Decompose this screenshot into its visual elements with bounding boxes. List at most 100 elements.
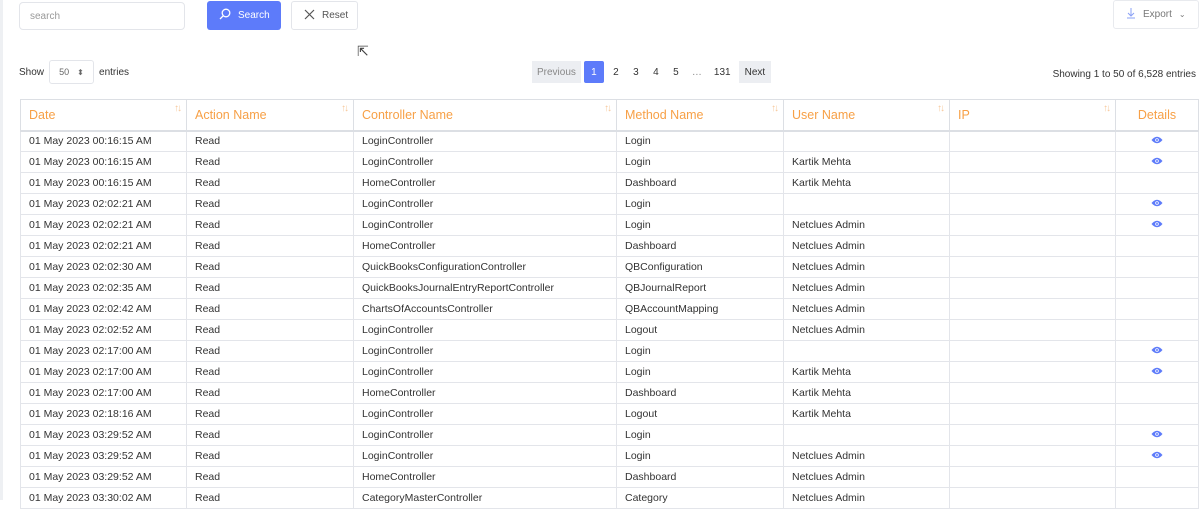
search-button-label: Search [238,10,270,21]
cell-controller-name: LoginController [353,361,617,383]
next-button[interactable]: Next [738,61,772,83]
cell-action-name: Read [186,193,354,215]
cell-user-name [783,340,950,362]
previous-button[interactable]: Previous [532,61,581,83]
sort-icon: ↑↓ [604,103,612,114]
page-1[interactable]: 1 [583,61,604,83]
cell-controller-name: LoginController [353,319,617,341]
cell-details [1115,277,1199,299]
export-label: Export [1143,9,1172,20]
page-4[interactable]: 4 [646,61,666,83]
eye-icon[interactable] [1151,429,1163,441]
cell-controller-name: LoginController [353,403,617,425]
cell-method-name: Login [616,214,784,236]
search-input[interactable] [19,2,185,30]
cell-user-name [783,130,950,152]
cell-ip [949,193,1116,215]
column-header-date[interactable]: Date ↑↓ [20,99,187,132]
column-header-controller-name[interactable]: Controller Name ↑↓ [353,99,617,132]
page-5[interactable]: 5 [666,61,686,83]
cell-action-name: Read [186,298,354,320]
export-dropdown[interactable]: Export ⌄ [1113,0,1199,29]
cell-controller-name: QuickBooksConfigurationController [353,256,617,278]
cell-method-name: Login [616,151,784,173]
cell-details [1115,445,1199,467]
cell-action-name: Read [186,487,354,509]
page-3[interactable]: 3 [626,61,646,83]
column-header-ip[interactable]: IP ↑↓ [949,99,1116,132]
cell-controller-name: LoginController [353,445,617,467]
cell-action-name: Read [186,445,354,467]
cell-method-name: Login [616,130,784,152]
sort-icon: ↑↓ [1103,103,1111,114]
cell-date: 01 May 2023 02:02:35 AM [20,277,187,299]
page-length: Show 50 ⬍ entries [19,60,129,84]
eye-icon[interactable] [1151,198,1163,210]
cell-controller-name: LoginController [353,151,617,173]
column-header-action-name[interactable]: Action Name ↑↓ [186,99,354,132]
eye-icon[interactable] [1151,135,1163,147]
eye-icon[interactable] [1151,156,1163,168]
page-ellipsis: … [691,66,702,78]
cell-user-name: Netclues Admin [783,277,950,299]
cell-method-name: Dashboard [616,235,784,257]
search-button[interactable]: Search [207,1,281,30]
column-header-label: IP [958,107,970,122]
cell-action-name: Read [186,214,354,236]
eye-icon[interactable] [1151,366,1163,378]
cell-method-name: Dashboard [616,466,784,488]
sort-icon: ↑↓ [341,103,349,114]
column-header-method-name[interactable]: Method Name ↑↓ [616,99,784,132]
table-row: 01 May 2023 02:02:21 AM Read LoginControll… [20,193,1199,215]
cell-user-name: Netclues Admin [783,235,950,257]
chevron-down-icon: ⌄ [1178,10,1186,19]
search-icon [219,8,231,23]
eye-icon[interactable] [1151,219,1163,231]
cell-ip [949,130,1116,152]
cell-ip [949,487,1116,509]
column-header-details[interactable]: Details [1115,99,1199,132]
cell-user-name: Netclues Admin [783,466,950,488]
cell-controller-name: LoginController [353,340,617,362]
reset-button[interactable]: Reset [291,1,358,30]
cell-controller-name: LoginController [353,193,617,215]
cell-action-name: Read [186,466,354,488]
eye-icon[interactable] [1151,345,1163,357]
cell-date: 01 May 2023 02:02:21 AM [20,235,187,257]
cell-ip [949,361,1116,383]
column-header-label: Details [1137,107,1177,122]
column-header-user-name[interactable]: User Name ↑↓ [783,99,950,132]
cell-details [1115,256,1199,278]
cell-method-name: Logout [616,403,784,425]
column-header-label: Action Name [195,107,267,122]
page-length-select[interactable]: 50 ⬍ [49,60,95,84]
cell-ip [949,466,1116,488]
mouse-cursor-icon: ⇱ [357,43,369,59]
table-row: 01 May 2023 02:02:35 AM Read QuickBooksJou… [20,277,1199,299]
cell-action-name: Read [186,172,354,194]
cell-details [1115,424,1199,446]
cell-method-name: Dashboard [616,382,784,404]
cell-ip [949,298,1116,320]
table-row: 01 May 2023 02:02:30 AM Read QuickBooksCon… [20,256,1199,278]
cell-user-name [783,193,950,215]
cell-action-name: Read [186,361,354,383]
table-row: 01 May 2023 02:02:52 AM Read LoginControll… [20,319,1199,341]
cell-method-name: Logout [616,319,784,341]
page-2[interactable]: 2 [606,61,626,83]
download-icon [1126,7,1136,22]
table-row: 01 May 2023 03:29:52 AM Read LoginControll… [20,424,1199,446]
cell-user-name: Netclues Admin [783,487,950,509]
cell-date: 01 May 2023 03:29:52 AM [20,424,187,446]
eye-icon[interactable] [1151,450,1163,462]
cell-date: 01 May 2023 02:02:30 AM [20,256,187,278]
cell-details [1115,151,1199,173]
column-header-label: Method Name [625,107,704,122]
sort-icon: ↑↓ [174,103,182,114]
table-row: 01 May 2023 03:30:02 AM Read CategoryMaste… [20,487,1199,509]
page-131[interactable]: 131 [708,61,737,83]
cell-user-name: Kartik Mehta [783,172,950,194]
cell-method-name: Login [616,193,784,215]
cell-details [1115,340,1199,362]
cell-user-name: Kartik Mehta [783,403,950,425]
